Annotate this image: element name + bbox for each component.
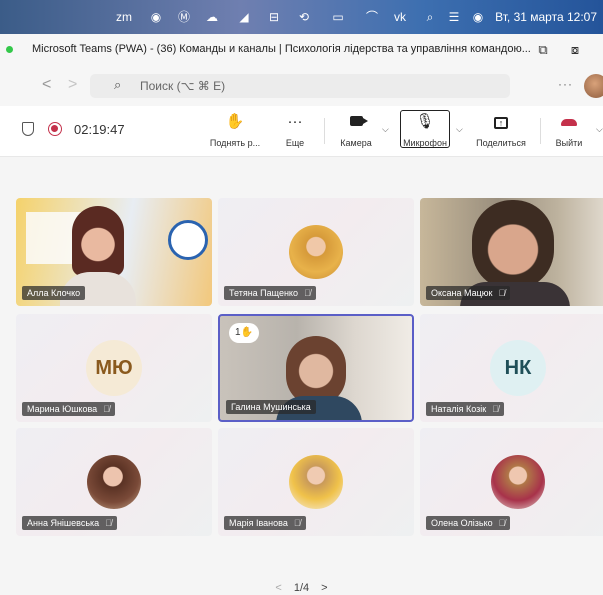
participant-tile[interactable]: НК Наталія Козік 🎙̸	[420, 314, 603, 422]
participant-name: Оксана Мацюк 🎙̸	[426, 286, 511, 300]
camera-icon	[336, 112, 376, 132]
microphone-off-icon: 🎙̸	[303, 288, 311, 298]
previous-page-icon[interactable]: <	[275, 582, 281, 594]
microphone-off-icon: 🎙̸	[498, 288, 506, 298]
forward-arrow-icon[interactable]: >	[68, 76, 77, 94]
toolbar-divider	[324, 118, 325, 144]
microphone-focus-ring	[400, 110, 450, 148]
user-avatar[interactable]	[584, 74, 603, 98]
raised-hand-badge: 1✋	[229, 323, 259, 343]
teams-header: < > ⌕ Поиск (⌥ ⌘ E) ···	[0, 66, 603, 107]
menu-bar-clock[interactable]: Вт, 31 марта 12:07	[495, 9, 597, 25]
participant-photo	[289, 225, 343, 279]
leave-label: Выйти	[555, 138, 583, 148]
participant-tile[interactable]: Олена Олізько 🎙̸	[420, 428, 603, 536]
participant-name: Галина Мушинська	[226, 400, 316, 414]
window-title-bar: Microsoft Teams (PWA) - (36) Команды и к…	[0, 34, 603, 66]
share-label: Поделиться	[476, 138, 526, 148]
participant-tile-speaking[interactable]: 1✋ Галина Мушинська	[218, 314, 414, 422]
raised-hand-icon: ✋	[240, 327, 253, 338]
time-machine-icon[interactable]: ⟲	[296, 9, 312, 25]
participant-tile[interactable]: МЮ Марина Юшкова 🎙̸	[16, 314, 212, 422]
search-icon: ⌕	[114, 77, 122, 92]
participant-photo	[87, 455, 141, 509]
zoom-icon[interactable]: zm	[116, 9, 132, 25]
participant-name: Олена Олізько 🎙̸	[426, 516, 511, 530]
camera-button[interactable]: Камера	[336, 112, 376, 148]
search-box[interactable]: ⌕ Поиск (⌥ ⌘ E)	[90, 74, 510, 98]
record-app-icon[interactable]: ◉	[148, 9, 164, 25]
creative-cloud-icon[interactable]: ☁	[204, 9, 220, 25]
microphone-off-icon: 🎙̸	[498, 518, 506, 528]
meeting-toolbar: 02:19:47 ✋ Поднять р... ··· Еще Камера ⌵…	[0, 106, 603, 157]
raise-hand-button[interactable]: ✋ Поднять р...	[208, 112, 262, 148]
extensions-icon[interactable]: ⧇	[566, 41, 584, 59]
microphone-off-icon: 🎙̸	[103, 404, 110, 414]
shield-icon	[22, 122, 34, 136]
share-icon: ↑	[474, 112, 528, 132]
phone-hangup-icon	[552, 112, 586, 132]
toolbar-divider	[540, 118, 541, 144]
wifi-icon[interactable]: ⌒	[364, 9, 380, 25]
window-zoom-button[interactable]	[6, 46, 13, 53]
camera-label: Камера	[340, 138, 372, 148]
participant-name: Марина Юшкова 🎙̸	[22, 402, 115, 416]
microphone-off-icon: 🎙̸	[105, 518, 112, 528]
more-label: Еще	[285, 138, 305, 148]
gallery-pager: <1/4 >	[0, 582, 603, 594]
window-title: Microsoft Teams (PWA) - (36) Команды и к…	[32, 43, 531, 55]
system-menu-bar: zm ◉ Ⓜ ☁ ◢ ⊟ ⟲ ▭ ⌒ vk ⌕ ☰ ◉ Вт, 31 марта…	[0, 0, 603, 34]
raise-hand-label: Поднять р...	[209, 138, 261, 148]
participant-initials: МЮ	[86, 340, 142, 396]
participant-initials: НК	[490, 340, 546, 396]
more-actions-button[interactable]: ··· Еще	[280, 112, 310, 148]
mail-app-icon[interactable]: Ⓜ	[176, 9, 192, 25]
microphone-off-icon: 🎙̸	[293, 518, 301, 528]
participant-tile[interactable]: Тетяна Пащенко 🎙̸	[218, 198, 414, 306]
participant-name: Наталія Козік 🎙̸	[426, 402, 504, 416]
microphone-off-icon: 🎙̸	[492, 404, 499, 414]
camera-options-chevron-icon[interactable]: ⌵	[382, 124, 389, 135]
more-options-icon[interactable]: ···	[558, 77, 573, 91]
participant-name: Марія Іванова 🎙̸	[224, 516, 306, 530]
back-arrow-icon[interactable]: <	[42, 76, 51, 94]
participant-photo	[491, 455, 545, 509]
meeting-timer: 02:19:47	[74, 122, 125, 137]
open-in-app-icon[interactable]: ⧉	[534, 41, 552, 59]
siri-icon[interactable]: ◉	[470, 9, 486, 25]
control-center-icon[interactable]: ☰	[446, 9, 462, 25]
participant-video	[72, 206, 124, 276]
participant-tile[interactable]: Анна Янішевська 🎙̸	[16, 428, 212, 536]
more-icon: ···	[287, 113, 303, 130]
participant-photo	[289, 455, 343, 509]
participant-tile[interactable]: Марія Іванова 🎙̸	[218, 428, 414, 536]
recording-icon	[48, 122, 62, 136]
search-placeholder: Поиск (⌥ ⌘ E)	[140, 79, 226, 93]
share-button[interactable]: ↑ Поделиться	[474, 112, 528, 148]
battery-icon[interactable]: ▭	[330, 9, 346, 25]
next-page-icon[interactable]: >	[321, 582, 327, 594]
network-icon[interactable]: ◢	[236, 9, 252, 25]
hand-icon: ✋	[225, 113, 245, 130]
participant-video	[472, 200, 554, 290]
leave-options-chevron-icon[interactable]: ⌵	[596, 124, 603, 135]
vk-icon[interactable]: vk	[392, 9, 408, 25]
participant-name: Алла Клочко	[22, 286, 86, 300]
leave-button[interactable]: Выйти	[552, 112, 586, 148]
spotlight-search-icon[interactable]: ⌕	[422, 9, 438, 25]
institute-logo	[168, 220, 208, 260]
participant-tile[interactable]: Оксана Мацюк 🎙̸	[420, 198, 603, 306]
page-indicator: 1/4	[293, 582, 310, 594]
participant-name: Анна Янішевська 🎙̸	[22, 516, 117, 530]
display-icon[interactable]: ⊟	[266, 9, 282, 25]
participant-tile[interactable]: Алла Клочко	[16, 198, 212, 306]
participant-name: Тетяна Пащенко 🎙̸	[224, 286, 316, 300]
microphone-options-chevron-icon[interactable]: ⌵	[456, 124, 463, 135]
